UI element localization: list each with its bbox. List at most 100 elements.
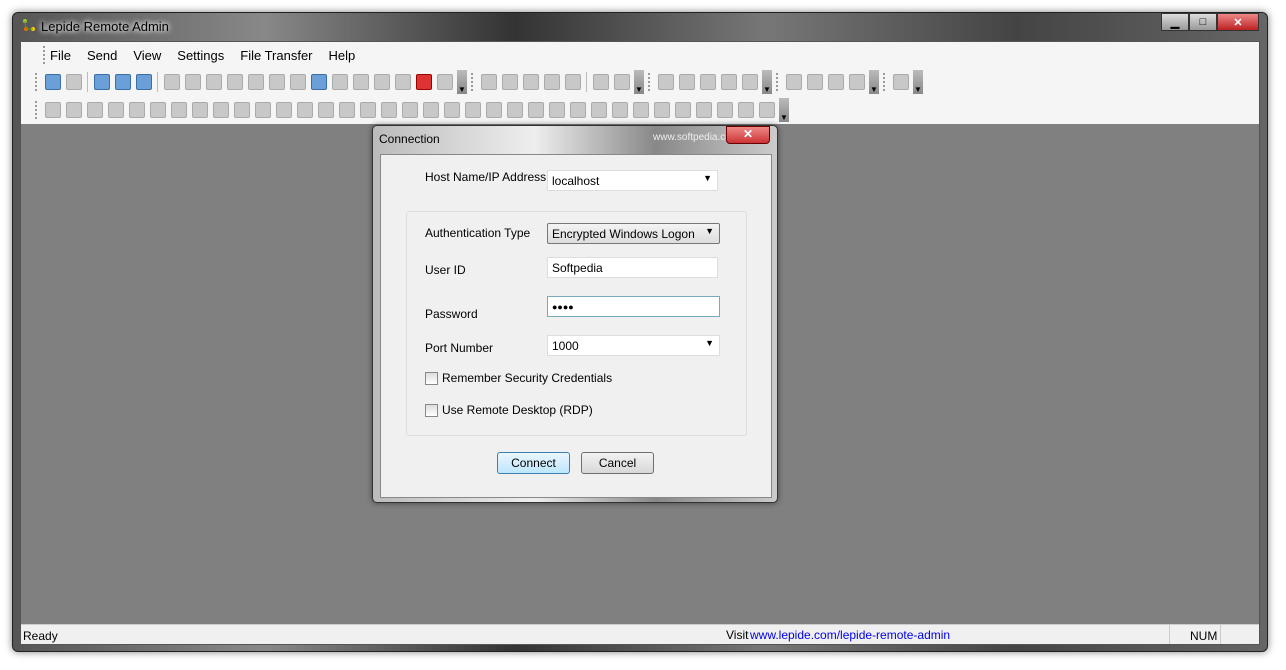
share-icon[interactable] <box>352 74 369 90</box>
copy-icon[interactable] <box>394 74 411 90</box>
print-icon[interactable] <box>184 74 201 90</box>
checkbox-box[interactable] <box>425 371 438 385</box>
menu-file-transfer[interactable]: File Transfer <box>240 48 312 63</box>
console-icon[interactable] <box>480 74 497 90</box>
disconnect-icon[interactable] <box>65 74 82 90</box>
users-icon[interactable] <box>436 74 453 90</box>
toolbar-grip[interactable] <box>35 73 38 91</box>
blank-window-icon[interactable] <box>289 74 306 90</box>
task-user-icon[interactable] <box>107 102 124 118</box>
user-pc-icon[interactable] <box>611 102 628 118</box>
window3-icon[interactable] <box>380 102 397 118</box>
users-pc-icon[interactable] <box>632 102 649 118</box>
edit-icon[interactable] <box>170 102 187 118</box>
port-combobox[interactable]: 1000 ▼ <box>547 335 720 356</box>
screen-icon[interactable] <box>522 74 539 90</box>
dialog-close-button[interactable]: ✕ <box>726 126 770 144</box>
menu-settings[interactable]: Settings <box>177 48 224 63</box>
lock-pc-icon[interactable] <box>827 74 844 90</box>
close-button[interactable]: ✕ <box>1217 13 1259 31</box>
document-icon[interactable] <box>678 74 695 90</box>
toolbar-overflow-chevron[interactable]: ▼ <box>779 98 789 122</box>
add-computer-icon[interactable] <box>93 74 110 90</box>
toolbar-grip[interactable] <box>648 73 651 91</box>
website-link[interactable]: www.lepide.com/lepide-remote-admin <box>750 628 950 642</box>
transfer-icon[interactable] <box>543 74 560 90</box>
chevron-down-icon[interactable]: ▼ <box>705 226 714 236</box>
refresh-icon[interactable] <box>268 74 285 90</box>
globe-icon[interactable] <box>296 102 313 118</box>
password-input[interactable]: ●●●● <box>547 296 720 317</box>
pc-x-icon[interactable] <box>527 102 544 118</box>
use-rdp-checkbox[interactable]: Use Remote Desktop (RDP) <box>425 403 593 417</box>
network-icon[interactable] <box>247 74 264 90</box>
folder-icon[interactable] <box>422 102 439 118</box>
menu-grip[interactable] <box>43 46 46 64</box>
checkbox-box[interactable] <box>425 403 438 417</box>
chevron-down-icon[interactable]: ▼ <box>705 338 714 348</box>
grid-icon[interactable] <box>128 102 145 118</box>
menu-view[interactable]: View <box>133 48 161 63</box>
power-icon[interactable] <box>848 74 865 90</box>
remember-credentials-checkbox[interactable]: Remember Security Credentials <box>425 371 612 385</box>
tasks-icon[interactable] <box>86 102 103 118</box>
pc-gear-icon[interactable] <box>653 102 670 118</box>
toolbar-grip[interactable] <box>471 73 474 91</box>
connect-button[interactable]: Connect <box>497 452 570 474</box>
menu-file[interactable]: File <box>50 48 71 63</box>
toolbar-overflow-chevron[interactable]: ▼ <box>869 70 879 94</box>
globe-add-icon[interactable] <box>317 102 334 118</box>
window2-icon[interactable] <box>191 102 208 118</box>
frame-icon[interactable] <box>373 74 390 90</box>
pc-refresh-icon[interactable] <box>737 102 754 118</box>
toolbar-grip[interactable] <box>35 101 38 119</box>
search-pc-icon[interactable] <box>338 102 355 118</box>
close-connection-icon[interactable] <box>415 74 432 90</box>
refresh-pc-icon[interactable] <box>443 102 460 118</box>
menu-send[interactable]: Send <box>87 48 117 63</box>
layout-icon[interactable] <box>401 102 418 118</box>
cancel-button[interactable]: Cancel <box>581 452 654 474</box>
connect-icon[interactable] <box>44 74 61 90</box>
window-network-icon[interactable] <box>212 102 229 118</box>
monitor-down-icon[interactable] <box>464 102 481 118</box>
search-icon[interactable] <box>205 74 222 90</box>
toolbar-overflow-chevron[interactable]: ▼ <box>762 70 772 94</box>
toolbar-overflow-chevron[interactable]: ▼ <box>457 70 467 94</box>
pc-copy-icon[interactable] <box>758 102 775 118</box>
user-group-icon[interactable] <box>716 102 733 118</box>
toolbar-grip[interactable] <box>776 73 779 91</box>
handshake-icon[interactable] <box>657 74 674 90</box>
toolbar-grip[interactable] <box>883 73 886 91</box>
network-user-icon[interactable] <box>695 102 712 118</box>
schedule-icon[interactable] <box>114 74 131 90</box>
user-id-input[interactable]: Softpedia <box>547 257 718 278</box>
toolbar-overflow-chevron[interactable]: ▼ <box>913 70 923 94</box>
cdrom-icon[interactable] <box>254 102 271 118</box>
cable-icon[interactable] <box>699 74 716 90</box>
pc-remove2-icon[interactable] <box>506 102 523 118</box>
maximize-button[interactable]: □ <box>1189 13 1217 31</box>
volume-icon[interactable] <box>592 74 609 90</box>
log-icon[interactable] <box>44 102 61 118</box>
process-icon[interactable] <box>720 74 737 90</box>
services-icon[interactable] <box>149 102 166 118</box>
chevron-down-icon[interactable]: ▼ <box>703 173 712 183</box>
server-icon[interactable] <box>785 74 802 90</box>
zoom-icon[interactable] <box>501 74 518 90</box>
monitor-icon[interactable] <box>226 74 243 90</box>
menu-help[interactable]: Help <box>329 48 356 63</box>
equalizer-icon[interactable] <box>613 74 630 90</box>
remove-computer-icon[interactable] <box>135 74 152 90</box>
calculator-icon[interactable] <box>806 74 823 90</box>
window5-icon[interactable] <box>590 102 607 118</box>
toolbar-overflow-chevron[interactable]: ▼ <box>634 70 644 94</box>
report-icon[interactable] <box>741 74 758 90</box>
host-combobox[interactable]: localhost ▼ <box>547 170 718 191</box>
lock-icon[interactable] <box>331 74 348 90</box>
auth-type-select[interactable]: Encrypted Windows Logon ▼ <box>547 223 720 244</box>
windows-icon[interactable] <box>65 102 82 118</box>
window-icon[interactable] <box>163 74 180 90</box>
window4-icon[interactable] <box>569 102 586 118</box>
gears-icon[interactable] <box>674 102 691 118</box>
